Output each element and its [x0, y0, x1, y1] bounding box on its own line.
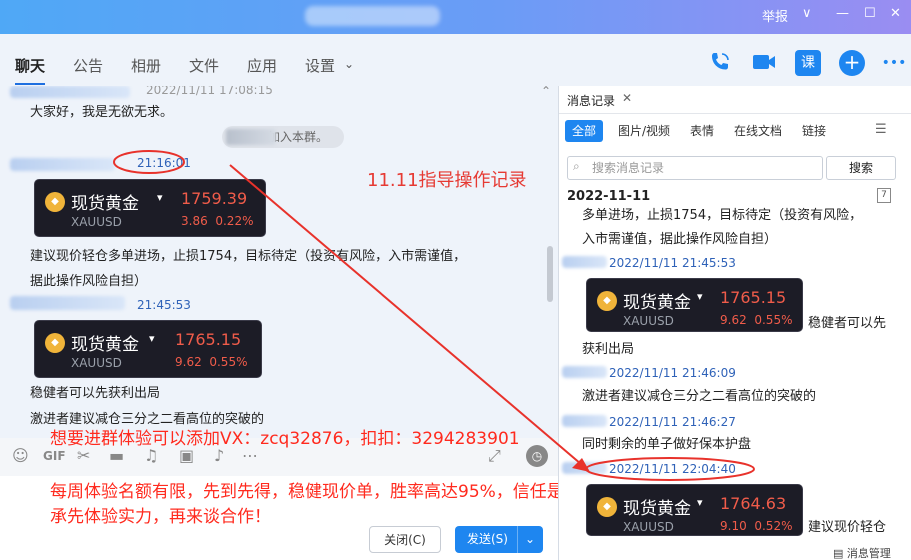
annotation-overlay [113, 150, 755, 481]
annotation-ellipse [113, 150, 185, 174]
annotation-arrow [229, 164, 589, 471]
annotation-ellipse [585, 457, 755, 481]
arrow-head [572, 458, 590, 472]
